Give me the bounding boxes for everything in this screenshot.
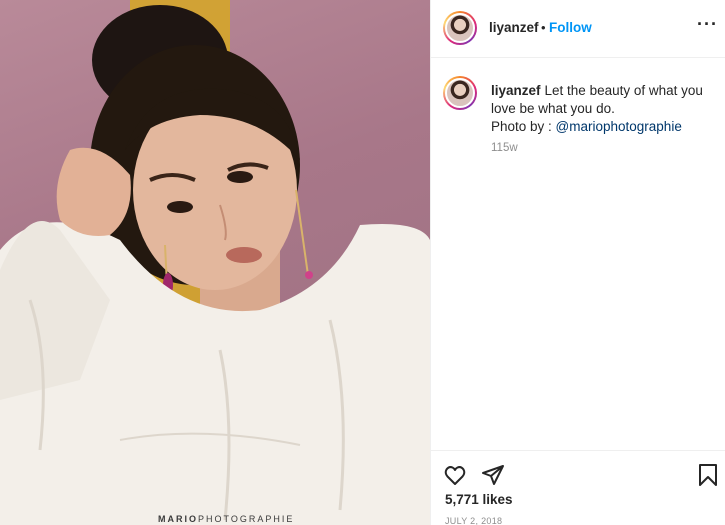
ellipsis-icon[interactable]: ···	[697, 14, 718, 35]
bookmark-icon[interactable]	[697, 463, 719, 492]
post-photo[interactable]: MARIOPHOTOGRAPHIE	[0, 0, 430, 525]
post-actions: 5,771 likes JULY 2, 2018	[431, 450, 725, 525]
comment-age[interactable]: 115w	[491, 142, 518, 154]
caption-username[interactable]: liyanzef	[491, 83, 541, 98]
author-username[interactable]: liyanzef	[489, 20, 539, 35]
portrait-illustration	[0, 0, 430, 525]
caption-credit: Photo by :	[491, 119, 556, 134]
paper-plane-icon[interactable]	[481, 463, 505, 492]
author-avatar[interactable]	[443, 11, 477, 45]
likes-count[interactable]: 5,771 likes	[445, 492, 513, 507]
heart-icon[interactable]	[443, 463, 467, 492]
caption-text-block: liyanzef Let the beauty of what you love …	[491, 82, 716, 136]
post-date[interactable]: JULY 2, 2018	[445, 516, 502, 525]
follow-button[interactable]: Follow	[549, 20, 592, 35]
caption-avatar[interactable]	[443, 76, 477, 110]
separator-dot: •	[541, 20, 546, 35]
photo-watermark: MARIOPHOTOGRAPHIE	[158, 514, 295, 524]
post-header: liyanzef • Follow ···	[431, 0, 725, 58]
post-sidebar: liyanzef • Follow ··· liyanzef Let the be…	[430, 0, 725, 525]
caption-mention-link[interactable]: @mariophotographie	[556, 119, 682, 134]
